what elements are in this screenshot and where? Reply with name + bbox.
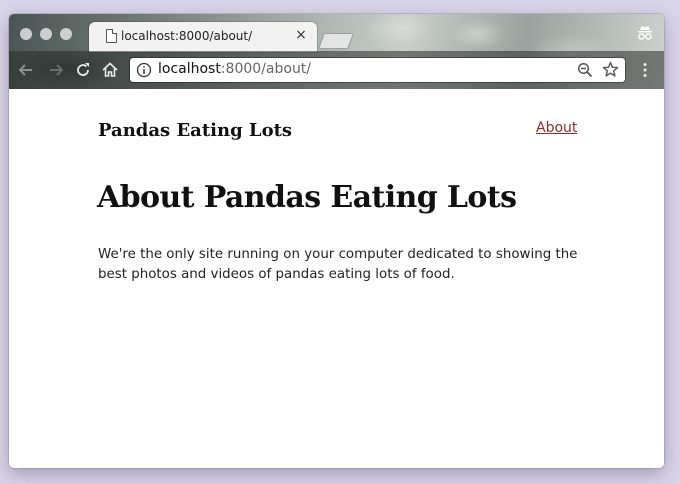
url-host: localhost [158,61,221,77]
window-maximize-dot[interactable] [60,28,72,40]
browser-window: localhost:8000/about/ × localhost:8000/a… [9,14,664,468]
url-path: :8000/about/ [220,61,312,77]
url-text[interactable]: localhost:8000/about/ [158,61,311,77]
browser-tab[interactable]: localhost:8000/about/ × [89,22,317,52]
window-close-dot[interactable] [20,28,32,40]
page-body-text: We're the only site running on your comp… [98,247,578,282]
zoom-out-icon[interactable] [577,62,593,78]
tab-close-icon[interactable]: × [293,26,309,44]
address-bar[interactable]: localhost:8000/about/ [130,58,625,82]
info-icon[interactable] [136,62,152,78]
browser-toolbar: localhost:8000/about/ [9,51,664,89]
kebab-menu-icon[interactable] [642,62,648,78]
page-content: Pandas Eating Lots About About Pandas Ea… [9,89,664,468]
window-minimize-dot[interactable] [40,28,52,40]
forward-arrow-icon[interactable] [46,60,66,80]
tab-title: localhost:8000/about/ [121,29,253,43]
star-icon[interactable] [602,61,619,78]
document-icon [106,29,117,43]
home-icon[interactable] [100,60,120,80]
page-heading: About Pandas Eating Lots [97,180,517,215]
site-title[interactable]: Pandas Eating Lots [98,120,292,141]
browser-chrome: localhost:8000/about/ × localhost:8000/a… [9,14,664,89]
incognito-icon[interactable] [637,24,653,42]
reload-icon[interactable] [73,60,93,80]
back-arrow-icon[interactable] [16,60,36,80]
nav-about-link[interactable]: About [536,120,577,136]
new-tab-button[interactable] [318,33,354,49]
